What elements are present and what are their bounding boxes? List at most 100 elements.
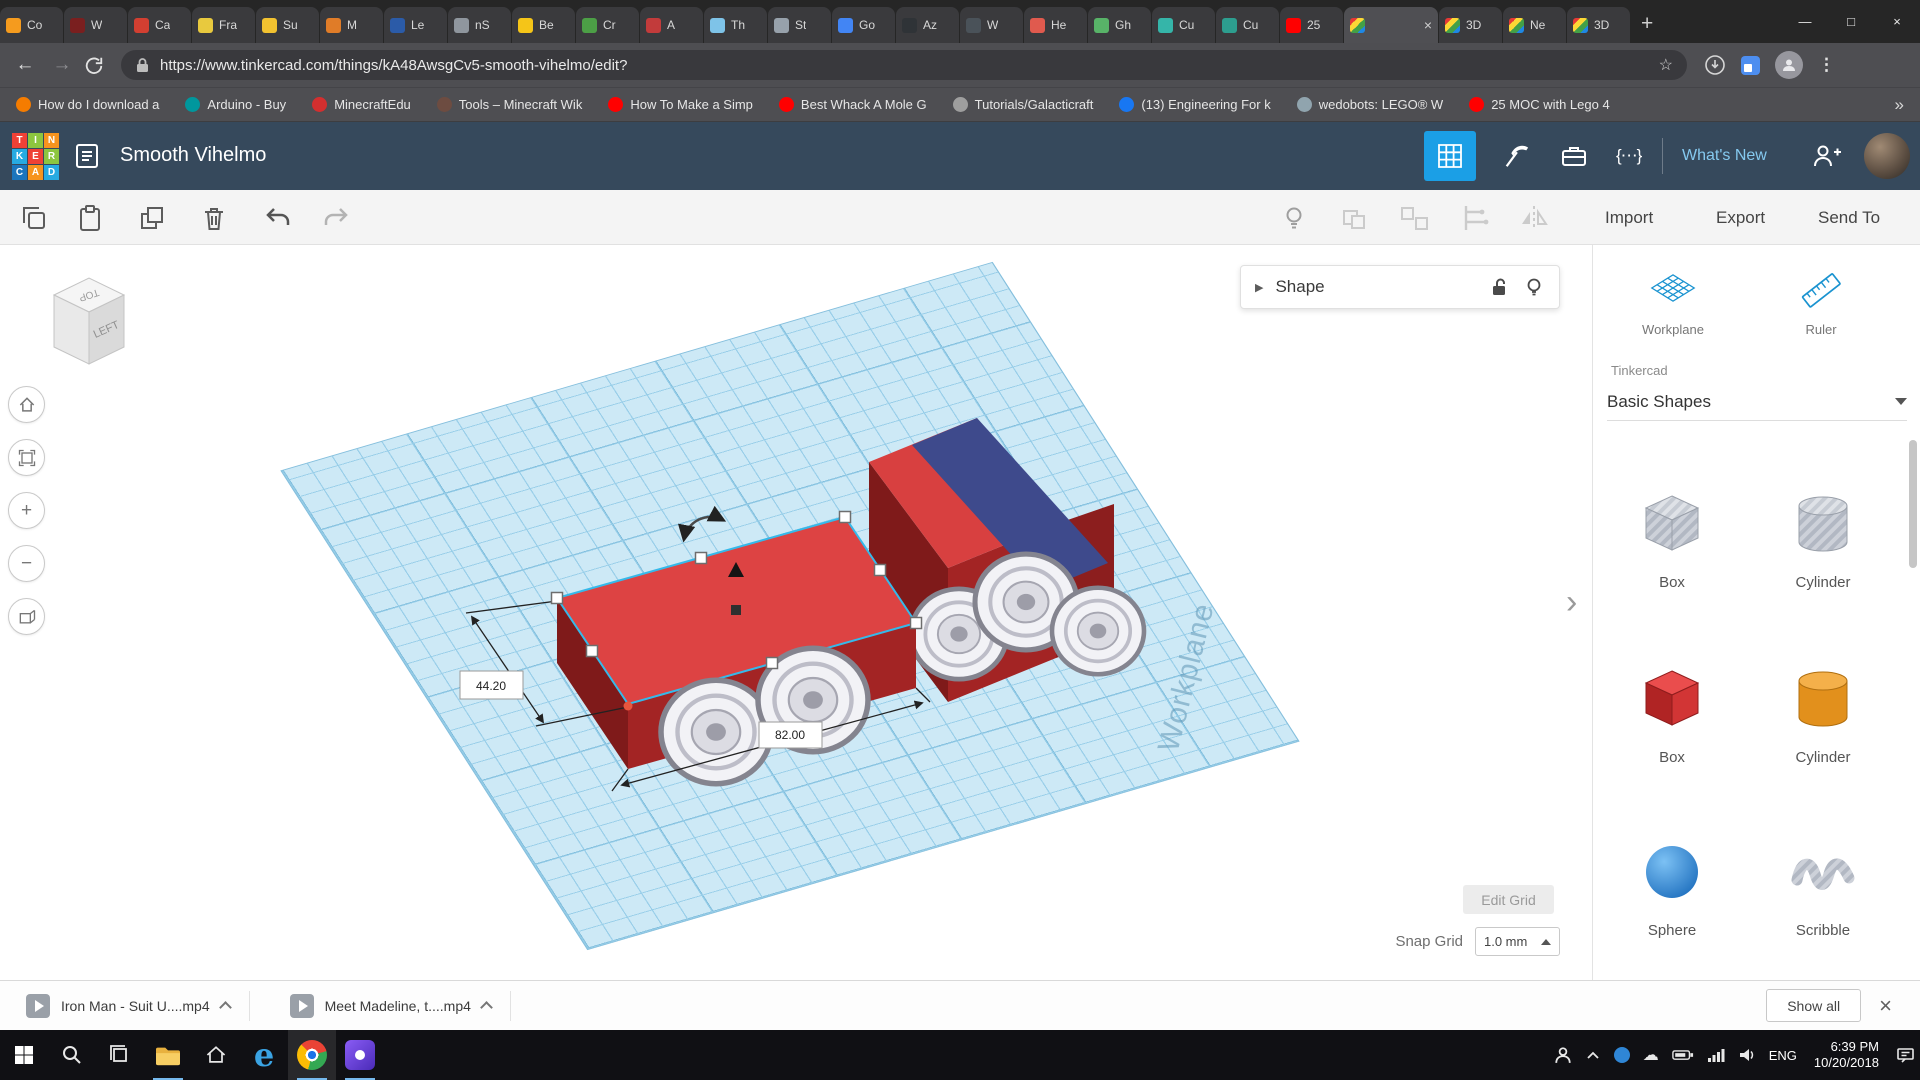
download-item[interactable]: Meet Madeline, t....mp4 [274,981,535,1030]
task-view-button[interactable] [96,1030,144,1080]
browser-tab[interactable]: Be × [512,7,575,43]
import-button[interactable]: Import [1605,190,1653,245]
bookmark-star-icon[interactable]: ☆ [1659,55,1673,75]
browser-tab[interactable]: 25 × [1280,7,1343,43]
3d-scene[interactable]: 44.20 82.00 [0,245,1592,980]
url-text[interactable]: https://www.tinkercad.com/things/kA48Aws… [160,57,1649,74]
download-status-icon[interactable] [1704,54,1726,76]
people-icon[interactable] [1554,1046,1572,1064]
browser-tab[interactable]: A × [640,7,703,43]
design-properties-icon[interactable] [74,142,100,170]
tray-app-icon[interactable] [1614,1047,1630,1063]
translate-extension-icon[interactable] [1741,56,1760,75]
language-indicator[interactable]: ENG [1769,1048,1797,1063]
shape-box-red[interactable]: Box [1612,663,1732,766]
download-item[interactable]: Iron Man - Suit U....mp4 [10,981,274,1030]
bookmarks-overflow-icon[interactable]: » [1895,95,1904,115]
group-button[interactable] [1338,202,1370,234]
download-expand-icon[interactable] [480,1001,493,1014]
browser-tab[interactable]: M × [320,7,383,43]
browser-tab[interactable]: Cr × [576,7,639,43]
maximize-button[interactable]: □ [1828,0,1874,43]
redo-button[interactable] [320,202,352,234]
send-to-button[interactable]: Send To [1818,190,1880,245]
browser-tab[interactable]: Az × [896,7,959,43]
browser-tab[interactable]: Gh × [1088,7,1151,43]
refresh-button[interactable] [84,55,114,75]
workplane-tool[interactable]: Workplane [1613,267,1733,337]
dim-width-label[interactable]: 44.20 [460,671,523,699]
export-button[interactable]: Export [1716,190,1765,245]
codeblocks-icon[interactable]: {⋯} [1616,146,1641,166]
whats-new-link[interactable]: What's New [1682,147,1767,165]
bookmark-item[interactable]: Best Whack A Mole G [779,97,927,112]
back-button[interactable]: ← [10,54,40,76]
zoom-out-button[interactable]: − [8,545,45,582]
sidebar-scrollbar-thumb[interactable] [1909,440,1917,568]
network-signal-icon[interactable] [1707,1047,1725,1063]
show-hide-button[interactable] [1278,202,1310,234]
browser-tab[interactable]: Cu × [1216,7,1279,43]
invite-button[interactable] [1812,142,1842,170]
browser-tab[interactable]: W × [64,7,127,43]
chrome-button[interactable] [288,1030,336,1080]
disclosure-icon[interactable]: ▶ [1255,281,1263,294]
browser-tab[interactable]: Th × [704,7,767,43]
browser-tab[interactable]: Co × [0,7,63,43]
browser-tab[interactable]: Ca × [128,7,191,43]
edge-button[interactable]: e [240,1030,288,1080]
shape-box-striped[interactable]: Box [1612,488,1732,591]
model-truck-trailer-selected[interactable] [557,517,916,784]
tinkercad-logo[interactable]: TIN KER CAD [12,133,59,180]
design-title[interactable]: Smooth Vihelmo [120,144,266,167]
bookmark-item[interactable]: How To Make a Simp [608,97,753,112]
shape-scribble[interactable]: Scribble [1763,836,1883,939]
browser-tab[interactable]: 3D × [1567,7,1630,43]
mirror-button[interactable] [1518,202,1550,234]
download-bar-close-icon[interactable]: × [1879,995,1892,1017]
browser-tab[interactable]: Fra × [192,7,255,43]
minimize-button[interactable]: — [1782,0,1828,43]
work-briefcase-button[interactable] [1560,142,1588,170]
align-button[interactable] [1458,202,1490,234]
bookmark-item[interactable]: 25 MOC with Lego 4 [1469,97,1610,112]
bookmark-item[interactable]: How do I download a [16,97,159,112]
pinned-app-button[interactable] [336,1030,384,1080]
bookmark-item[interactable]: Arduino - Buy [185,97,286,112]
browser-tab[interactable]: Su × [256,7,319,43]
browser-tab[interactable]: Go × [832,7,895,43]
panel-collapse-icon[interactable]: › [1566,583,1577,622]
browser-tab[interactable]: St × [768,7,831,43]
home-app-button[interactable] [192,1030,240,1080]
address-bar[interactable]: https://www.tinkercad.com/things/kA48Aws… [121,50,1687,80]
volume-icon[interactable] [1738,1047,1756,1063]
download-expand-icon[interactable] [219,1001,232,1014]
show-all-button[interactable]: Show all [1766,989,1861,1022]
bookmark-item[interactable]: (13) Engineering For k [1119,97,1270,112]
tab-close-icon[interactable]: × [1424,18,1432,32]
shape-cylinder-orange[interactable]: Cylinder [1763,663,1883,766]
browser-tab[interactable]: Le × [384,7,447,43]
file-explorer-button[interactable] [144,1030,192,1080]
view-3d-button[interactable] [1424,131,1476,181]
duplicate-button[interactable] [136,202,168,234]
battery-icon[interactable] [1672,1047,1694,1063]
browser-menu-icon[interactable]: ⋮ [1818,55,1835,75]
ruler-tool[interactable]: Ruler [1761,267,1881,337]
start-button[interactable] [0,1030,48,1080]
browser-tab[interactable]: He × [1024,7,1087,43]
browser-tab[interactable]: W × [960,7,1023,43]
browser-tab[interactable]: Ne × [1503,7,1566,43]
undo-button[interactable] [262,202,294,234]
tray-expand-icon[interactable] [1585,1048,1601,1062]
visibility-lightbulb-icon[interactable] [1523,276,1545,298]
bookmark-item[interactable]: Tools – Minecraft Wik [437,97,583,112]
zoom-in-button[interactable]: + [8,492,45,529]
new-tab-button[interactable]: + [1641,13,1653,34]
fit-view-button[interactable] [8,439,45,476]
shape-sphere[interactable]: Sphere [1612,836,1732,939]
ungroup-button[interactable] [1398,202,1430,234]
bookmark-item[interactable]: MinecraftEdu [312,97,411,112]
browser-profile-avatar[interactable] [1775,51,1803,79]
edit-grid-button[interactable]: Edit Grid [1463,885,1554,914]
